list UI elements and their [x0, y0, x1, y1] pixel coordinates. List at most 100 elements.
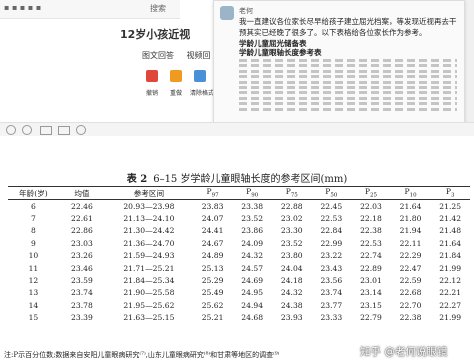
- table-cell: 23.43: [320, 263, 343, 273]
- zhihu-watermark: 知乎 @老何说眼镜: [360, 346, 448, 358]
- table-cell: 21.48: [439, 226, 462, 236]
- table-cell: 24.68: [241, 313, 264, 323]
- table-row: 15 23.39 21.63—25.15 25.21 24.68 23.93 23.33 22…: [8, 312, 470, 324]
- fit-window-icon[interactable]: [40, 126, 52, 135]
- table-cell: 22.84: [320, 226, 343, 236]
- table-cell: 23.15: [360, 300, 382, 310]
- table-note: 注:P示百分位数;数据来自安阳儿童眼病研究⁽⁷⁾,山东儿童眼病研究⁽⁸⁾和甘肃等…: [4, 351, 280, 359]
- search-tab[interactable]: 搜索: [150, 3, 166, 14]
- table-cell: 23.86: [241, 226, 264, 236]
- header-p50: P50: [311, 186, 352, 200]
- header-p3: P3: [430, 186, 470, 200]
- table-row: 10 23.26 21.59—24.93 24.89 24.32 23.80 23.22 22…: [8, 250, 470, 262]
- table-cell: 20.93—23.98: [123, 201, 175, 211]
- table-cell: 22.79: [360, 313, 382, 323]
- table-cell: 22.88: [280, 201, 303, 211]
- table-cell: 23.03: [71, 238, 93, 248]
- header-range: 参考区间: [105, 186, 193, 200]
- table-cell: 22.45: [320, 201, 343, 211]
- table-cell: 21.80: [399, 214, 422, 224]
- table-cell: 21.64: [439, 238, 462, 248]
- table-row: 8 22.86 21.30—24.42 24.41 23.86 23.30 22.84 22.…: [8, 225, 470, 237]
- table-cell: 24.38: [280, 300, 303, 310]
- table-caption: 表 2 6–15 岁学龄儿童眼轴长度的参考区间(mm): [0, 170, 474, 185]
- toolbar-dots: ▪ ▪ ▪ ▪ ▪: [4, 3, 42, 12]
- thumbnail-table: [239, 59, 457, 117]
- table-cell: 21.30—24.42: [123, 226, 175, 236]
- avatar: [220, 6, 234, 20]
- table-cell: 25.29: [201, 276, 224, 286]
- table-cell: 24.04: [280, 263, 303, 273]
- undo-icon[interactable]: [146, 70, 158, 82]
- table-cell: 10: [28, 251, 39, 261]
- table-cell: 23.39: [71, 313, 93, 323]
- table-cell: 23.02: [280, 214, 303, 224]
- table-cell: 23.30: [280, 226, 303, 236]
- table-cell: 22.70: [399, 300, 422, 310]
- zoom-out-icon[interactable]: [22, 125, 32, 135]
- table-cell: 12: [28, 276, 39, 286]
- table-cell: 22.46: [71, 201, 93, 211]
- table-cell: 25.13: [201, 263, 224, 273]
- table-cell: 21.36—24.70: [123, 238, 175, 248]
- table-cell: 11: [28, 263, 39, 273]
- browser-toolbar: ▪ ▪ ▪ ▪ ▪ 搜索: [0, 0, 180, 19]
- table-cell: 23.14: [360, 288, 382, 298]
- header-age: 年龄(岁): [8, 186, 59, 200]
- download-icon[interactable]: [76, 125, 86, 135]
- caption-text: 6–15 岁学龄儿童眼轴长度的参考区间(mm): [153, 174, 348, 185]
- zoom-in-icon[interactable]: [6, 125, 16, 135]
- table-cell: 22.11: [399, 238, 422, 248]
- table-row: 14 23.78 21.95—25.62 25.62 24.94 24.38 23.77 23…: [8, 299, 470, 311]
- table-cell: 23.01: [360, 276, 382, 286]
- table-cell: 23.80: [280, 251, 303, 261]
- clear-format-icon[interactable]: [194, 70, 206, 82]
- axial-length-table: 年龄(岁) 均值 参考区间 P97 P90 P75 P50 P25 P10 P3…: [8, 186, 470, 324]
- header-p25: P25: [351, 186, 391, 200]
- table-cell: 23.22: [320, 251, 343, 261]
- table-body: 6 22.46 20.93—23.98 23.83 23.38 22.88 22.45 22.…: [8, 200, 470, 324]
- table-cell: 24.18: [280, 276, 303, 286]
- table-cell: 23.74: [71, 288, 93, 298]
- table-cell: 22.53: [360, 238, 382, 248]
- table-cell: 23.56: [320, 276, 343, 286]
- tab-video-answer[interactable]: 视频回: [187, 51, 211, 60]
- table-cell: 22.47: [399, 263, 422, 273]
- table-cell: 21.13—24.10: [123, 214, 175, 224]
- table-cell: 21.64: [399, 201, 422, 211]
- table-cell: 23.78: [71, 300, 93, 310]
- table-cell: 23.38: [241, 201, 264, 211]
- table-cell: 22.38: [360, 226, 382, 236]
- table-cell: 22.29: [399, 251, 422, 261]
- table-cell: 22.38: [399, 313, 422, 323]
- table-cell: 24.69: [241, 276, 264, 286]
- rotate-icon[interactable]: [58, 126, 70, 135]
- redo-label: 重做: [170, 90, 183, 97]
- table-cell: 14: [28, 300, 39, 310]
- editor-tools: 撤销 重做 清除格式: [146, 70, 216, 110]
- sender-name: 老何: [239, 7, 253, 15]
- header-p90: P90: [232, 186, 272, 200]
- table-cell: 21.94: [399, 226, 422, 236]
- table-cell: 23.52: [280, 238, 303, 248]
- table-cell: 22.12: [439, 276, 462, 286]
- table-cell: 25.49: [201, 288, 224, 298]
- answer-tabs: 图文回答 视频回: [142, 50, 221, 61]
- table-cell: 6: [30, 201, 36, 211]
- redo-icon[interactable]: [170, 70, 182, 82]
- table-cell: 13: [28, 288, 39, 298]
- table-row: 6 22.46 20.93—23.98 23.83 23.38 22.88 22.45 22.…: [8, 200, 470, 213]
- chat-message-popup: 老何 我一直建议各位家长尽早给孩子建立屈光档案，等发现近视再去干预其实已经晚了很…: [213, 0, 465, 124]
- tab-text-answer[interactable]: 图文回答: [142, 51, 174, 60]
- table-cell: 22.21: [439, 288, 462, 298]
- table-document: 表 2 6–15 岁学龄儿童眼轴长度的参考区间(mm) 年龄(岁) 均值 参考区间…: [0, 136, 474, 362]
- table-cell: 22.53: [320, 214, 343, 224]
- table-cell: 15: [28, 313, 39, 323]
- header-mean: 均值: [58, 186, 105, 200]
- table-cell: 21.63—25.15: [123, 313, 175, 323]
- table-cell: 21.84—25.34: [123, 276, 175, 286]
- table-cell: 25.21: [201, 313, 224, 323]
- caption-number: 表 2: [126, 174, 148, 185]
- table-row: 7 22.61 21.13—24.10 24.07 23.52 23.02 22.53 22.…: [8, 212, 470, 224]
- table-cell: 23.93: [280, 313, 303, 323]
